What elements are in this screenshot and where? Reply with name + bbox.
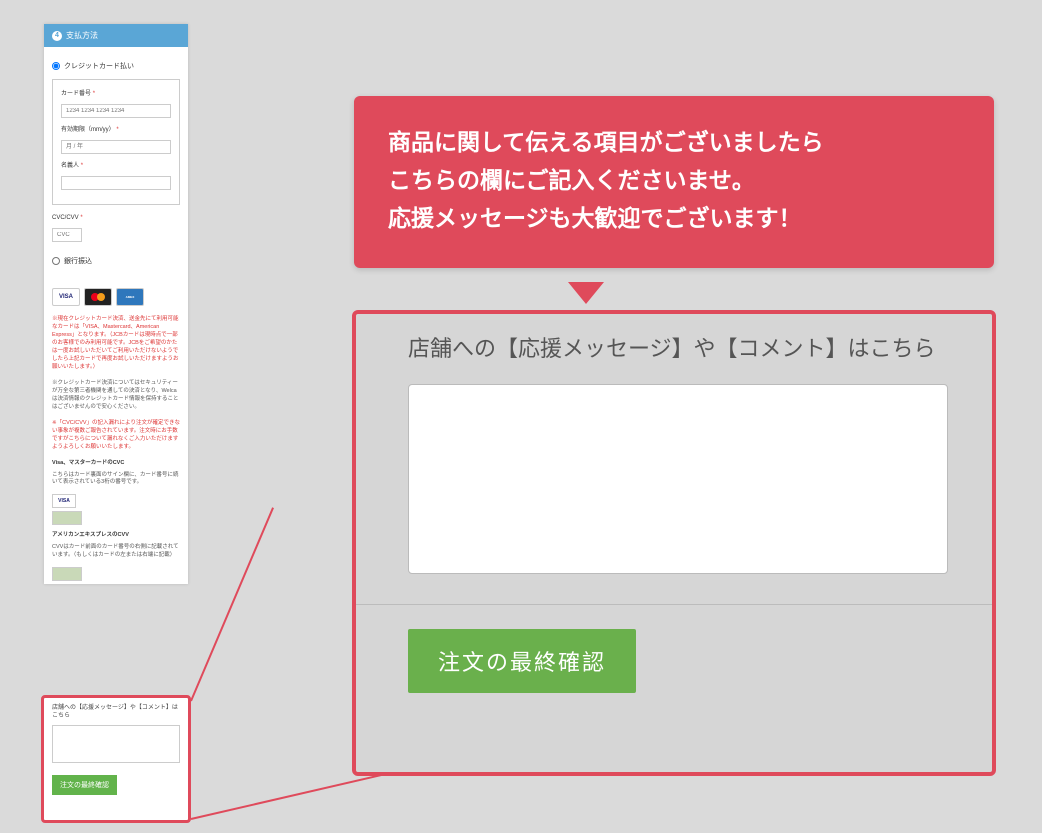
comment-label-large: 店舗への【応援メッセージ】や【コメント】はこちら: [356, 332, 992, 384]
radio-bank-transfer-label: 銀行振込: [64, 256, 92, 266]
instruction-callout: 商品に関して伝える項目がございましたら こちらの欄にご記入くださいませ。 応援メ…: [354, 96, 994, 268]
mini-amex-front-icon: [52, 567, 82, 581]
card-number-label-text: カード番号: [61, 91, 91, 97]
card-number-input[interactable]: [61, 104, 171, 118]
amex-cvv-body: CVVはカード前面のカード番号の右側に記載されています。（もしくはカードの左また…: [44, 544, 188, 564]
accepted-cards: VISA AMEX: [44, 282, 188, 312]
visa-icon: VISA: [52, 288, 80, 306]
panel-title: 支払方法: [66, 30, 98, 41]
radio-bank-transfer[interactable]: 銀行振込: [52, 256, 180, 266]
connector-line: [191, 773, 386, 820]
connector-line: [190, 507, 274, 701]
callout-line3: 応援メッセージも大歓迎でございます！: [388, 200, 960, 238]
callout-line2: こちらの欄にご記入くださいませ。: [388, 162, 960, 200]
callout-tail-icon: [568, 282, 604, 304]
notice-accepted-cards: ※現在クレジットカード決済、送金先にて利用可能なカードは「VISA、Master…: [44, 312, 188, 376]
cvc-label-text: CVC/CVV: [52, 215, 79, 221]
notice-security: ※クレジットカード決済についてはセキュリティーが万全な第三者機関を通しての決済と…: [44, 376, 188, 416]
step-badge: 4: [52, 31, 62, 41]
radio-credit-card-label: クレジットカード払い: [64, 61, 134, 71]
panel-body: クレジットカード払い カード番号 * 有効期限（mm/yy） * 名義人: [44, 47, 188, 282]
mini-visa-icon: VISA: [52, 494, 76, 508]
radio-credit-card[interactable]: クレジットカード払い: [52, 61, 180, 71]
cvc-input[interactable]: [52, 228, 82, 242]
checkout-panel: 4 支払方法 クレジットカード払い カード番号 * 有効期限（mm/yy） *: [44, 24, 188, 584]
comment-textarea-large[interactable]: [408, 384, 948, 574]
required-mark: *: [93, 91, 95, 97]
visa-mc-cvc-body: こちらはカード裏面のサイン欄に、カード番号に続いて表示されている3桁の番号です。: [44, 472, 188, 492]
amex-icon: AMEX: [116, 288, 144, 306]
panel-header: 4 支払方法: [44, 24, 188, 47]
notice-cvc-warning: ※「CVC/CVV」の記入漏れにより注文が確定できない事象が複数ご報告されていま…: [44, 416, 188, 456]
mastercard-icon: [84, 288, 112, 306]
final-confirm-button-large[interactable]: 注文の最終確認: [408, 629, 636, 693]
radio-bank-transfer-input[interactable]: [52, 257, 60, 265]
expiry-input[interactable]: [61, 140, 171, 154]
submit-row: 注文の最終確認: [356, 605, 992, 717]
comment-textarea-small[interactable]: [52, 725, 180, 763]
required-mark: *: [116, 127, 118, 133]
comment-label-small: 店舗への【応援メッセージ】や【コメント】はこちら: [52, 704, 180, 721]
name-label: 名義人 *: [61, 160, 171, 169]
card-fields: カード番号 * 有効期限（mm/yy） * 名義人 *: [52, 79, 180, 205]
final-confirm-button-small[interactable]: 注文の最終確認: [52, 775, 117, 795]
required-mark: *: [80, 215, 82, 221]
comment-section-enlarged: 店舗への【応援メッセージ】や【コメント】はこちら 注文の最終確認: [352, 310, 996, 776]
comment-section-small: 店舗への【応援メッセージ】や【コメント】はこちら 注文の最終確認: [41, 695, 191, 823]
cvc-label: CVC/CVV *: [52, 215, 180, 221]
visa-mc-cvc-head: Visa、マスターカードのCVC: [44, 456, 188, 472]
callout-line1: 商品に関して伝える項目がございましたら: [388, 124, 960, 162]
required-mark: *: [81, 163, 83, 169]
card-number-label: カード番号 *: [61, 88, 171, 97]
name-label-text: 名義人: [61, 163, 79, 169]
expiry-label-text: 有効期限（mm/yy）: [61, 127, 115, 133]
mini-card-back-icon: [52, 511, 82, 525]
name-input[interactable]: [61, 176, 171, 190]
expiry-label: 有効期限（mm/yy） *: [61, 124, 171, 133]
amex-cvv-head: アメリカンエキスプレスのCVV: [44, 528, 188, 544]
radio-credit-card-input[interactable]: [52, 62, 60, 70]
